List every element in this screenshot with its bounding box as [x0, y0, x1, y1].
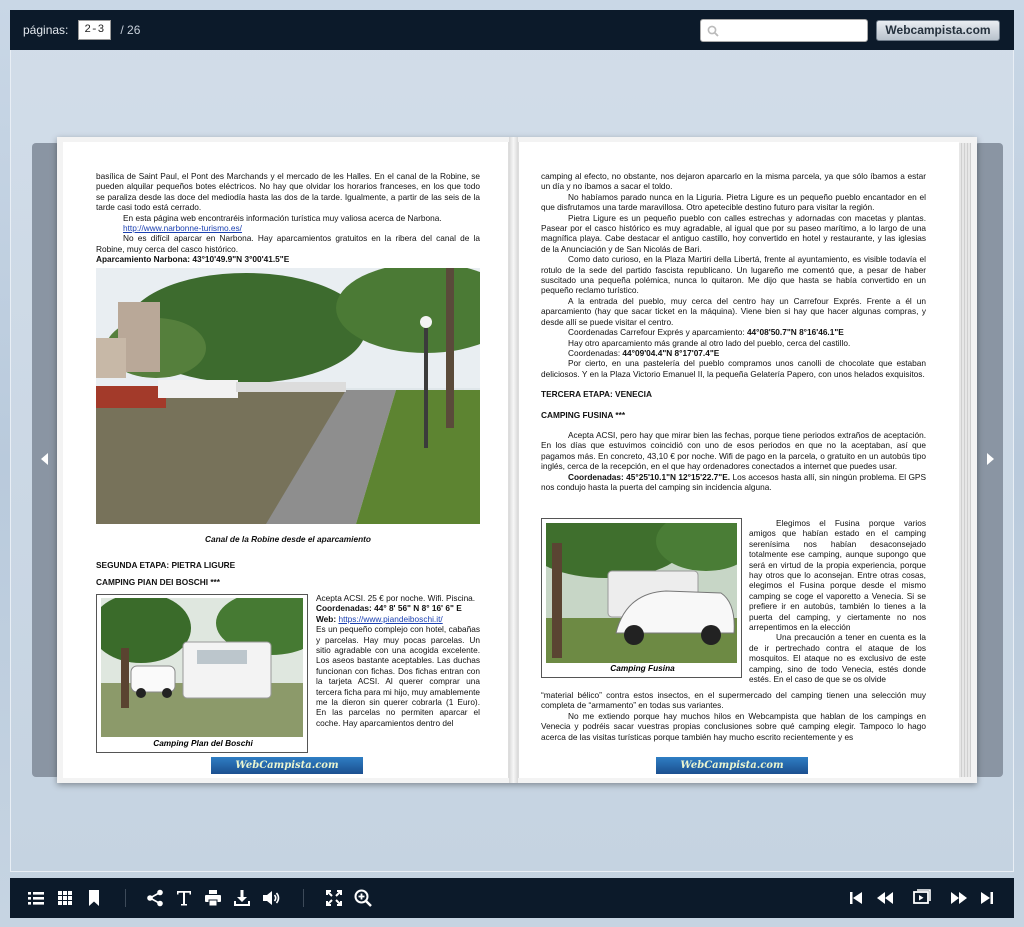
fusina-photo-box: Camping Fusina [541, 518, 742, 678]
zoom-button[interactable] [353, 888, 373, 908]
zoom-in-icon [354, 889, 372, 907]
coords-value: 44°09'04.4"N 8°17'07.4"E [620, 347, 720, 358]
paragraph: Es un pequeño complejo con hotel, cabaña… [316, 624, 480, 728]
fullscreen-icon [326, 890, 342, 906]
book-gutter [509, 137, 518, 783]
text-button[interactable] [174, 888, 194, 908]
camping-web-link[interactable]: https://www.piandeiboschi.it/ [338, 614, 442, 624]
left-page-text: basílica de Saint Paul, el Pont des Marc… [96, 171, 480, 265]
paragraph: En esta página web encontraréis informac… [123, 212, 442, 223]
paragraph: Como dato curioso, en la Plaza Martiri d… [541, 254, 926, 296]
photo-caption: Canal de la Robine desde el aparcamiento [205, 534, 371, 544]
page-edges [959, 143, 971, 777]
paragraph: Acepta ACSI. 25 € por noche. Wifi. Pisci… [316, 593, 476, 603]
first-page-icon [850, 892, 862, 904]
coords-label: Coordenadas: [568, 347, 621, 358]
print-icon [205, 890, 221, 907]
narbonne-link[interactable]: http://www.narbonne-turismo.es/ [123, 223, 242, 233]
bookmark-icon [89, 890, 99, 906]
paragraph: camping al efecto, no obstante, nos deja… [541, 171, 926, 192]
previous-page-button[interactable] [875, 888, 895, 908]
paragraph: No me extiendo porque hay muchos hilos e… [541, 710, 926, 742]
camping-photo-box: Camping Plan del Boschi [96, 594, 308, 753]
pages-label: páginas: [23, 23, 69, 37]
thumbnails-button[interactable] [55, 888, 75, 908]
fusina-description: Elegimos el Fusina porque varios amigos … [749, 518, 926, 685]
download-icon [234, 890, 250, 906]
next-page-icon [951, 892, 967, 904]
first-page-button[interactable] [846, 888, 866, 908]
download-button[interactable] [232, 888, 252, 908]
chevron-right-icon [987, 453, 994, 465]
webcampista-button[interactable]: Webcampista.com [876, 20, 1000, 41]
page-total: / 26 [120, 23, 141, 37]
speaker-icon [263, 891, 280, 905]
coords-value: 44°08'50.7"N 8°16'46.1"E [744, 327, 844, 338]
text-icon [177, 891, 191, 906]
last-page-icon [981, 892, 993, 904]
right-page-text: camping al efecto, no obstante, nos deja… [541, 171, 926, 492]
camping-description: Acepta ACSI. 25 € por noche. Wifi. Pisci… [316, 593, 480, 728]
table-of-contents-button[interactable] [26, 888, 46, 908]
paragraph: No habíamos parado nunca en la Liguria. … [541, 191, 926, 213]
paragraph: basílica de Saint Paul, el Pont des Marc… [96, 171, 480, 213]
section-heading: CAMPING PIAN DEI BOSCHI *** [96, 577, 221, 587]
last-page-button[interactable] [977, 888, 997, 908]
right-page[interactable]: camping al efecto, no obstante, nos deja… [518, 142, 959, 778]
photo-caption: Camping Plan del Boschi [153, 738, 253, 748]
paragraph: A la entrada del pueblo, muy cerca del c… [541, 295, 926, 327]
chevron-left-icon [41, 453, 48, 465]
paragraph: Elegimos el Fusina porque varios amigos … [749, 518, 926, 633]
fullscreen-button[interactable] [324, 888, 344, 908]
fusina-photo [546, 523, 737, 663]
paragraph: Por cierto, en una pastelería del pueblo… [541, 358, 926, 379]
section-heading: SEGUNDA ETAPA: PIETRA LIGURE [96, 560, 236, 570]
paragraph: No es difícil aparcar en Narbona. Hay ap… [96, 233, 480, 254]
top-toolbar: páginas: 2-3 / 26 Webcampista.com [10, 10, 1014, 50]
photo-caption: Camping Fusina [610, 663, 675, 673]
left-page[interactable]: basílica de Saint Paul, el Pont des Marc… [63, 142, 509, 778]
paragraph: Hay otro aparcamiento más grande al otro… [568, 337, 851, 348]
camping-photo [101, 598, 303, 737]
canal-photo [96, 268, 480, 524]
share-icon [147, 889, 163, 907]
list-icon [28, 892, 44, 905]
coords-label: Coordenadas: [568, 471, 624, 482]
bookmark-button[interactable] [84, 888, 104, 908]
right-page-end-text: “material bélico” contra estos insectos,… [541, 690, 926, 742]
grid-icon [58, 891, 72, 905]
autoplay-button[interactable] [912, 888, 932, 908]
prev-page-tab[interactable] [32, 143, 60, 777]
previous-page-icon [877, 892, 893, 904]
paragraph: “material bélico” contra estos insectos,… [541, 690, 926, 711]
paragraph: Una precaución a tener en cuenta es la d… [749, 632, 926, 685]
search-input[interactable] [700, 19, 868, 42]
webcampista-logo: WebCampista.com [656, 757, 808, 774]
coords-label: Coordenadas: [316, 603, 372, 614]
coords-label: Coordenadas Carrefour Exprés y aparcamie… [568, 327, 745, 338]
toolbar-divider [303, 889, 304, 907]
paragraph: Acepta ACSI, pero hay que mirar bien las… [541, 429, 926, 472]
section-heading: TERCERA ETAPA: VENECIA [541, 389, 652, 400]
paragraph: Pietra Ligure es un pequeño pueblo con c… [541, 212, 926, 254]
web-label: Web: [316, 613, 337, 624]
autoplay-icon [913, 889, 931, 904]
page-number-input[interactable]: 2-3 [78, 20, 112, 40]
next-page-tab[interactable] [975, 143, 1003, 777]
sound-button[interactable] [261, 888, 281, 908]
section-heading: CAMPING FUSINA *** [541, 409, 626, 420]
share-button[interactable] [145, 888, 165, 908]
coords-value: 45°25'10.1"N 12°15'22.7"E. [623, 471, 731, 482]
next-page-button[interactable] [949, 888, 969, 908]
bottom-toolbar [10, 878, 1014, 918]
coords-value: 44° 8' 56" N 8° 16' 6" E [371, 603, 462, 614]
toolbar-divider [125, 889, 126, 907]
print-button[interactable] [203, 888, 223, 908]
flipbook: basílica de Saint Paul, el Pont des Marc… [57, 137, 977, 783]
webcampista-logo: WebCampista.com [211, 757, 363, 774]
search-icon [707, 25, 719, 37]
coordinates-text: Aparcamiento Narbona: 43°10'49.9"N 3°00'… [96, 254, 290, 265]
